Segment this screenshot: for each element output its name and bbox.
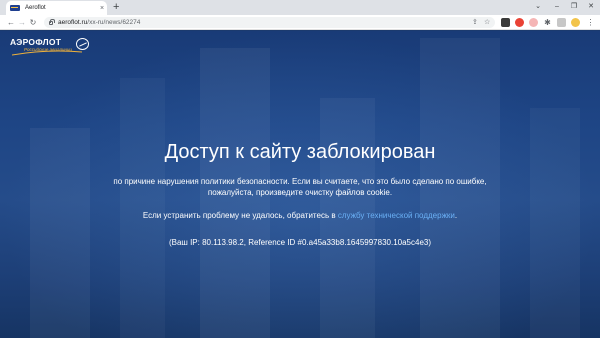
support-prefix: Если устранить проблему не удалось, обра… xyxy=(142,211,338,220)
support-text: Если устранить проблему не удалось, обра… xyxy=(0,210,600,221)
browser-menu-icon[interactable]: ⋮ xyxy=(586,18,595,27)
support-link[interactable]: службу технической поддержки xyxy=(338,211,455,220)
maximize-button[interactable]: ❐ xyxy=(566,1,582,13)
url-host: aeroflot.ru xyxy=(58,19,88,26)
close-window-button[interactable]: ✕ xyxy=(583,1,599,13)
reference-id: (Ваш IP: 80.113.98.2, Reference ID #0.a4… xyxy=(168,238,432,247)
reload-button[interactable]: ↻ xyxy=(28,16,38,29)
extensions-puzzle-icon[interactable]: ✱ xyxy=(543,18,552,27)
page-viewport: АЭРОФЛОТ Российские авиалинии Доступ к с… xyxy=(0,31,600,338)
page-title: Доступ к сайту заблокирован xyxy=(164,141,436,163)
extension-1-icon[interactable] xyxy=(501,18,510,27)
forward-button[interactable]: → xyxy=(17,16,27,29)
aeroflot-favicon-icon xyxy=(10,5,20,11)
share-icon[interactable]: ⇪ xyxy=(472,17,478,28)
extension-3-icon[interactable] xyxy=(529,18,538,27)
profile-avatar[interactable] xyxy=(571,18,580,27)
bookmark-star-icon[interactable]: ☆ xyxy=(484,17,490,28)
block-reason-line-1: по причине нарушения политики безопаснос… xyxy=(113,177,487,186)
extension-2-icon[interactable] xyxy=(515,18,524,27)
address-bar[interactable]: aeroflot.ru/xx-ru/news/62274 ⇪ ☆ xyxy=(44,17,495,28)
winged-emblem-icon xyxy=(75,38,89,50)
minimize-button[interactable]: – xyxy=(549,1,565,13)
tab-title: Aeroflot xyxy=(25,5,46,11)
lock-icon[interactable] xyxy=(49,18,55,25)
url-path: /xx-ru/news/62274 xyxy=(87,19,141,26)
back-button[interactable]: ← xyxy=(6,16,16,29)
new-tab-button[interactable]: + xyxy=(113,0,119,14)
support-suffix: . xyxy=(454,211,458,220)
tab-strip: Aeroflot × + ⌄ – ❐ ✕ xyxy=(0,0,600,15)
tab-aeroflot[interactable]: Aeroflot × xyxy=(6,1,107,15)
block-reason-line-2: пожалуйста, произведите очистку файлов c… xyxy=(207,188,393,197)
logo-swoosh-icon xyxy=(12,50,82,56)
close-tab-icon[interactable]: × xyxy=(97,5,107,12)
aeroflot-logo[interactable]: АЭРОФЛОТ Российские авиалинии xyxy=(10,37,89,56)
browser-toolbar: ← → ↻ aeroflot.ru/xx-ru/news/62274 ⇪ ☆ ✱… xyxy=(0,15,600,30)
tab-search-icon[interactable]: ⌄ xyxy=(530,1,546,13)
logo-text: АЭРОФЛОТ xyxy=(10,37,62,47)
extension-5-icon[interactable] xyxy=(557,18,566,27)
block-reason-text: по причине нарушения политики безопаснос… xyxy=(0,176,600,198)
